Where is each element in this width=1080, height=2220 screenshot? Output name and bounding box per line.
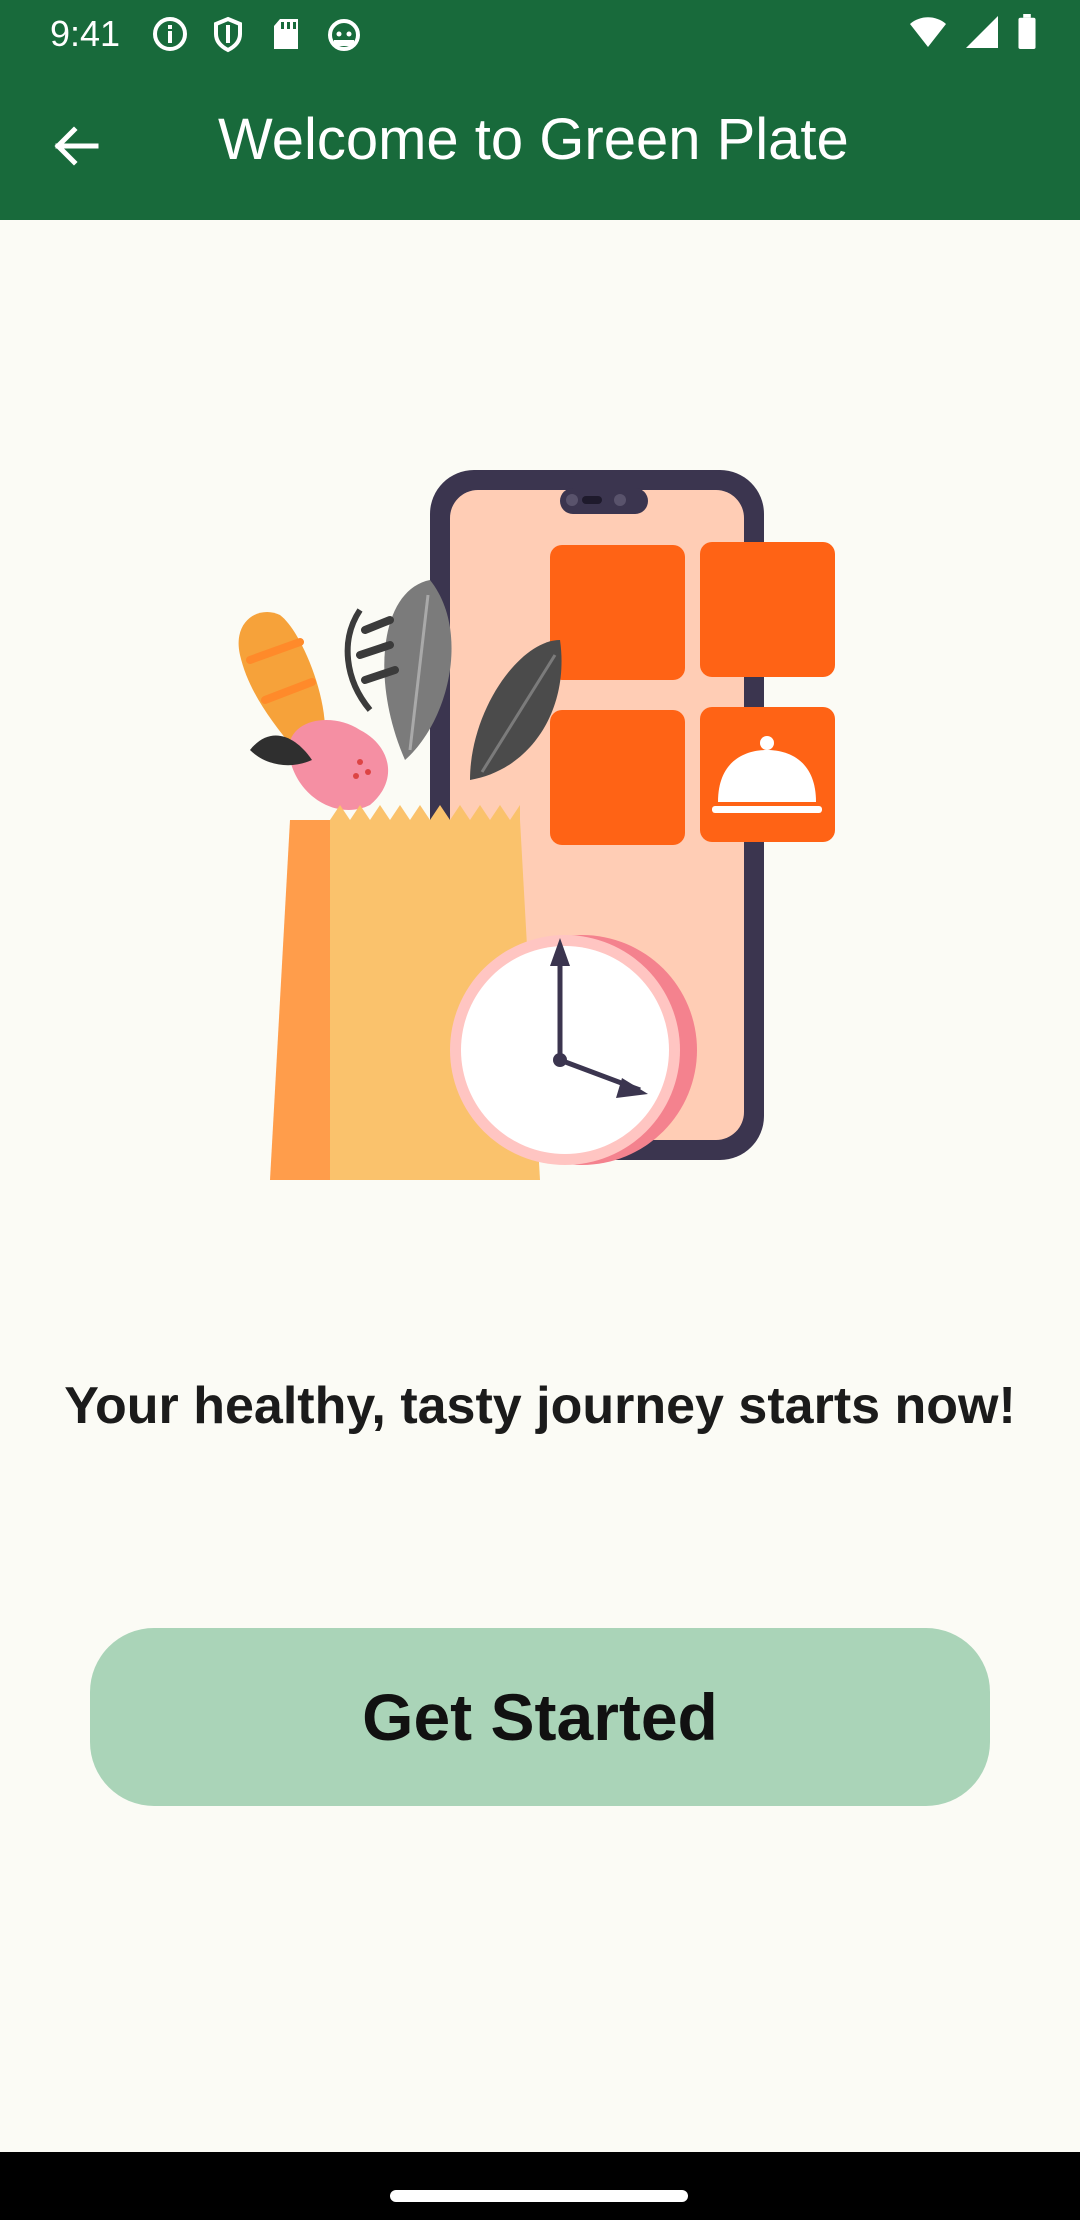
shield-icon	[208, 14, 248, 59]
status-bar: 9:41	[0, 0, 1080, 66]
gesture-handle[interactable]	[390, 2190, 688, 2202]
tagline: Your healthy, tasty journey starts now!	[64, 1377, 1016, 1435]
battery-icon	[1016, 14, 1038, 55]
back-button[interactable]	[36, 108, 116, 188]
navigation-bar	[0, 2152, 1080, 2220]
app-bar: Welcome to Green Plate	[0, 66, 1080, 220]
clock-icon	[450, 935, 697, 1165]
status-time: 9:41	[50, 13, 121, 54]
status-icons-left	[150, 14, 364, 59]
arrow-left-icon	[50, 120, 102, 177]
get-started-button[interactable]: Get Started	[90, 1628, 990, 1806]
info-icon	[150, 14, 190, 59]
sd-card-icon	[266, 14, 306, 59]
android-icon	[324, 14, 364, 59]
wifi-icon	[908, 14, 948, 55]
app-title: Welcome to Green Plate	[218, 107, 849, 172]
signal-icon	[964, 14, 1000, 55]
illustration	[220, 460, 860, 1180]
status-icons-right	[908, 14, 1038, 55]
